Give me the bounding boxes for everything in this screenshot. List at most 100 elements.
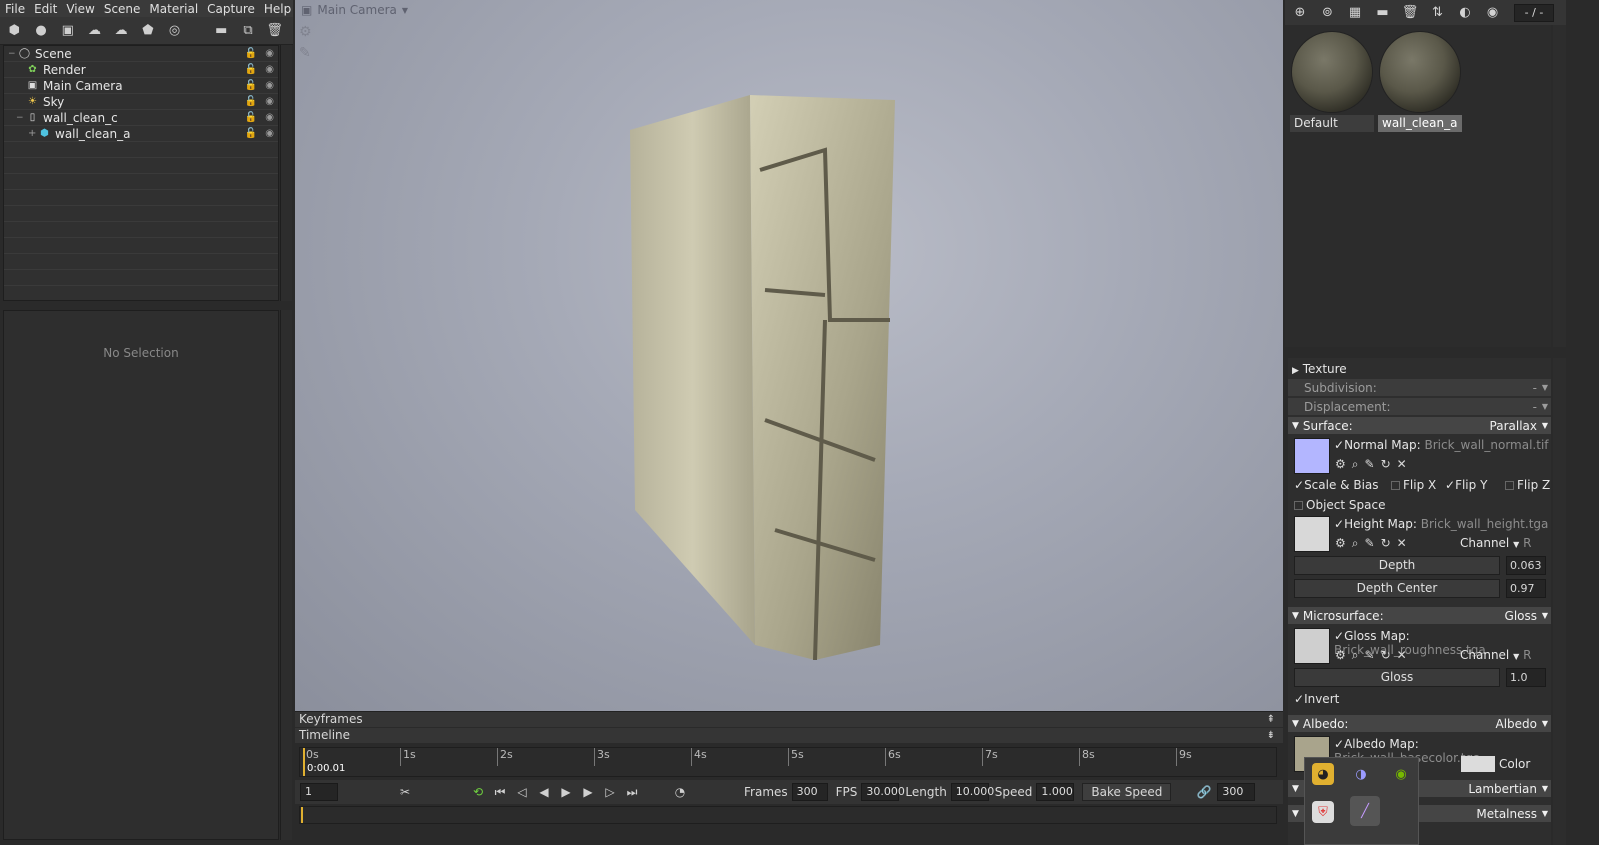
- eye-icon[interactable]: ◉: [265, 112, 274, 123]
- lock-icon[interactable]: 🔓: [245, 80, 257, 91]
- depth-value[interactable]: 0.063: [1506, 556, 1546, 575]
- headset-icon[interactable]: ◕: [1312, 763, 1334, 785]
- timeline-ruler[interactable]: 0s 1s 2s 3s 4s 5s 6s 7s 8s 9s 0:00.01: [299, 747, 1277, 777]
- pencil-icon[interactable]: ✎: [1365, 648, 1375, 663]
- speedometer-icon[interactable]: ◔: [671, 783, 689, 801]
- material-scrollbar[interactable]: [1553, 25, 1566, 347]
- normal-map-row[interactable]: ✓Normal Map: Brick_wall_normal.tif: [1334, 438, 1549, 452]
- height-channel-select[interactable]: Channel ▼ R: [1460, 536, 1531, 550]
- depth-center-slider[interactable]: Depth Center: [1294, 579, 1500, 598]
- duplicate-icon[interactable]: ⧉: [240, 22, 257, 40]
- lock-icon[interactable]: 🔓: [245, 64, 257, 75]
- turntable-icon[interactable]: ◎: [166, 22, 183, 40]
- sky-icon[interactable]: ☁: [86, 22, 103, 40]
- link-frames-field[interactable]: 300: [1217, 783, 1256, 801]
- tree-item-render[interactable]: ✿ Render 🔓 ◉: [4, 62, 278, 78]
- compass-icon[interactable]: ◉: [1483, 3, 1503, 23]
- menu-help[interactable]: Help: [264, 2, 291, 16]
- menu-scene[interactable]: Scene: [104, 2, 141, 16]
- flip-z-checkbox[interactable]: Flip Z: [1505, 478, 1550, 492]
- close-icon[interactable]: ✕: [1397, 648, 1407, 663]
- scale-bias-checkbox[interactable]: ✓Scale & Bias: [1294, 478, 1379, 492]
- depth-slider[interactable]: Depth: [1294, 556, 1500, 575]
- assign-icon[interactable]: ⇅: [1428, 3, 1448, 23]
- pen-icon[interactable]: ╱: [1350, 796, 1380, 826]
- timeline-header[interactable]: Timeline ⇟: [295, 727, 1283, 743]
- frames-field[interactable]: 300: [791, 783, 828, 801]
- pencil-icon[interactable]: ✎: [1365, 536, 1375, 551]
- nvidia-icon[interactable]: ◉: [1390, 763, 1412, 785]
- 3d-viewport[interactable]: ▣ Main Camera ▼ ⚙ ✎: [295, 0, 1283, 711]
- gear-icon[interactable]: ⚙: [299, 24, 315, 40]
- flip-x-checkbox[interactable]: Flip X: [1391, 478, 1436, 492]
- menu-file[interactable]: File: [5, 2, 25, 16]
- tree-item-sky[interactable]: ☀ Sky 🔓 ◉: [4, 94, 278, 110]
- properties-scrollbar[interactable]: [280, 310, 292, 840]
- fog-icon[interactable]: ☁: [113, 22, 130, 40]
- expand-up-icon[interactable]: ⇞: [1267, 712, 1275, 727]
- menu-material[interactable]: Material: [149, 2, 198, 16]
- play-icon[interactable]: ▶: [557, 783, 575, 801]
- length-field[interactable]: 10.000: [950, 783, 994, 801]
- camera-icon[interactable]: ▣: [59, 22, 76, 40]
- loop-icon[interactable]: ⟲: [469, 783, 487, 801]
- playhead[interactable]: [303, 748, 305, 776]
- albedo-color-swatch[interactable]: [1461, 756, 1495, 772]
- tree-item-wall-clean-a[interactable]: + ⬢ wall_clean_a 🔓 ◉: [4, 126, 278, 142]
- duplicate-material-icon[interactable]: ⊚: [1318, 3, 1338, 23]
- collapse-icon[interactable]: −: [16, 113, 26, 123]
- trash-icon[interactable]: 🗑: [1400, 3, 1420, 23]
- surface-section[interactable]: ▼ Surface: Parallax ▼: [1288, 417, 1551, 434]
- gloss-map-swatch[interactable]: [1294, 628, 1330, 664]
- skip-start-icon[interactable]: ⏮: [491, 783, 509, 801]
- shadow-catcher-icon[interactable]: ⬟: [140, 22, 157, 40]
- depth-center-value[interactable]: 0.97: [1506, 579, 1546, 598]
- keyframe-track[interactable]: [299, 806, 1277, 824]
- outliner-scrollbar[interactable]: [280, 45, 292, 301]
- delete-icon[interactable]: 🗑: [266, 22, 283, 40]
- object-space-checkbox[interactable]: Object Space: [1294, 498, 1385, 512]
- refresh-icon[interactable]: ↻: [1381, 457, 1391, 472]
- material-properties-scrollbar[interactable]: [1553, 358, 1566, 845]
- search-icon[interactable]: ⌕: [1352, 457, 1359, 472]
- link-icon[interactable]: 🔗: [1195, 783, 1213, 801]
- refresh-icon[interactable]: ↻: [1381, 536, 1391, 551]
- eye-icon[interactable]: ◉: [265, 48, 274, 59]
- lock-icon[interactable]: 🔓: [245, 128, 257, 139]
- invert-checkbox[interactable]: ✓Invert: [1294, 692, 1339, 706]
- bake-speed-button[interactable]: Bake Speed: [1082, 783, 1172, 801]
- gear-icon[interactable]: ⚙: [1335, 536, 1346, 551]
- step-forward-icon[interactable]: ▶: [579, 783, 597, 801]
- close-icon[interactable]: ✕: [1397, 536, 1407, 551]
- skip-end-icon[interactable]: ⏭: [623, 783, 641, 801]
- fps-field[interactable]: 30.000: [861, 783, 905, 801]
- material-thumb-default[interactable]: Default: [1290, 30, 1374, 132]
- refresh-icon[interactable]: ↻: [1381, 648, 1391, 663]
- scissors-icon[interactable]: ✂: [396, 783, 414, 801]
- current-frame-field[interactable]: 1: [300, 783, 338, 801]
- pick-icon[interactable]: ◐: [1455, 3, 1475, 23]
- search-icon[interactable]: ⌕: [1352, 536, 1359, 551]
- collapse-icon[interactable]: −: [8, 49, 18, 59]
- height-map-swatch[interactable]: [1294, 516, 1330, 552]
- gloss-value[interactable]: 1.0: [1506, 668, 1546, 687]
- step-back-icon[interactable]: ◀: [535, 783, 553, 801]
- brush-icon[interactable]: ✎: [299, 45, 315, 61]
- folder-icon[interactable]: ▬: [1373, 3, 1393, 23]
- speed-field[interactable]: 1.000: [1036, 783, 1075, 801]
- close-icon[interactable]: ✕: [1397, 457, 1407, 472]
- eye-icon[interactable]: ◉: [265, 96, 274, 107]
- expand-icon[interactable]: +: [28, 128, 38, 139]
- eye-icon[interactable]: ◉: [265, 64, 274, 75]
- gloss-channel-select[interactable]: Channel ▼ R: [1460, 648, 1531, 662]
- add-material-icon[interactable]: ⊕: [1290, 3, 1310, 23]
- normal-map-swatch[interactable]: [1294, 438, 1330, 474]
- search-icon[interactable]: ⌕: [1352, 648, 1359, 663]
- tree-item-main-camera[interactable]: ▣ Main Camera 🔓 ◉: [4, 78, 278, 94]
- checker-icon[interactable]: ▦: [1345, 3, 1365, 23]
- lock-icon[interactable]: 🔓: [245, 96, 257, 107]
- subdivision-row[interactable]: Subdivision: - ▼: [1288, 379, 1551, 396]
- next-frame-icon[interactable]: ▷: [601, 783, 619, 801]
- microsurface-section[interactable]: ▼ Microsurface: Gloss ▼: [1288, 607, 1551, 624]
- eye-icon[interactable]: ◉: [265, 128, 274, 139]
